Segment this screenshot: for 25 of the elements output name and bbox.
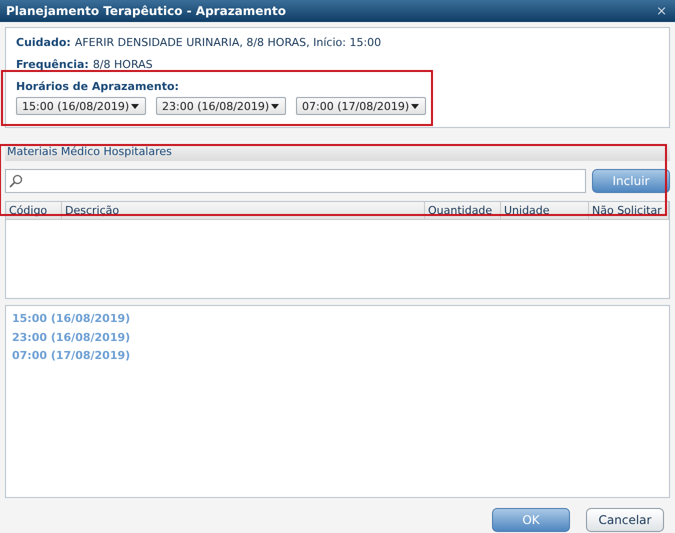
time-entry: 07:00 (17/08/2019) [12, 348, 132, 364]
cancel-button[interactable]: Cancelar [586, 508, 664, 532]
caret-icon [131, 104, 139, 108]
column-header[interactable]: Código [6, 202, 62, 219]
section-label: Horários de Aprazamento: [16, 80, 180, 93]
field-label: Frequência: [16, 58, 89, 71]
search-field[interactable] [5, 169, 586, 193]
time-entry: 23:00 (16/08/2019) [12, 330, 132, 346]
time-dropdown[interactable]: 07:00 (17/08/2019) [296, 97, 426, 115]
close-button[interactable]: × [656, 4, 667, 18]
caret-icon [411, 104, 419, 108]
field-value: 8/8 HORAS [92, 58, 153, 71]
field-value: AFERIR DENSIDADE URINARIA, 8/8 HORAS, Início: 15:00 [74, 36, 382, 49]
field-label: Cuidado: [16, 36, 71, 49]
column-header[interactable]: Quantidade [425, 202, 501, 219]
caret-icon [271, 104, 279, 108]
time-dropdown[interactable]: 23:00 (16/08/2019) [156, 97, 286, 115]
column-header[interactable]: Descrição [62, 202, 425, 219]
window-title: Planejamento Terapêutico - Aprazamento [6, 4, 286, 18]
column-header[interactable]: Unidade [501, 202, 589, 219]
time-dropdown[interactable]: 15:00 (16/08/2019) [16, 97, 146, 115]
column-header[interactable]: Não Solicitar [589, 202, 669, 219]
search-icon [9, 174, 23, 188]
section-title: Materiais Médico Hospitalares [7, 144, 172, 158]
time-entry: 15:00 (16/08/2019) [12, 311, 132, 327]
